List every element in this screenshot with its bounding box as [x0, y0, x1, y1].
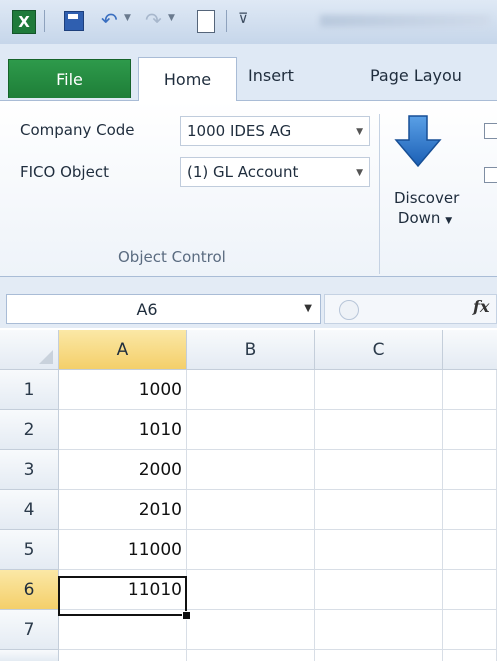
cell-a6[interactable]: 11010 — [59, 570, 187, 610]
cell-a1[interactable]: 1000 — [59, 370, 187, 410]
cell-b7[interactable] — [187, 610, 315, 650]
tab-home[interactable]: Home — [138, 57, 237, 101]
cell-c5[interactable] — [315, 530, 443, 570]
column-header-d[interactable] — [443, 330, 497, 370]
column-header-c[interactable]: C — [315, 330, 443, 370]
cell-d1[interactable] — [443, 370, 497, 410]
cell-b8[interactable] — [187, 650, 315, 661]
cell-a8[interactable] — [59, 650, 187, 661]
tab-insert[interactable]: Insert — [248, 66, 294, 85]
row-header[interactable]: 2 — [0, 410, 59, 450]
discover-label-line1: Discover — [394, 189, 460, 207]
cell-c7[interactable] — [315, 610, 443, 650]
tab-page-layout[interactable]: Page Layou — [370, 66, 462, 85]
excel-icon[interactable]: X — [12, 10, 36, 34]
formula-bar-handle-icon[interactable] — [339, 300, 359, 320]
cell-c2[interactable] — [315, 410, 443, 450]
object-control-group-label: Object Control — [118, 248, 226, 266]
cell-c1[interactable] — [315, 370, 443, 410]
ribbon-checkbox[interactable] — [484, 167, 497, 183]
discover-label-line2: Down — [397, 209, 441, 227]
row-header[interactable]: 4 — [0, 490, 59, 530]
formula-area[interactable]: fx — [324, 294, 497, 324]
qat-separator — [226, 10, 227, 32]
fico-object-combo[interactable]: (1) GL Account ▼ — [180, 157, 370, 187]
cell-d6[interactable] — [443, 570, 497, 610]
cell-c6[interactable] — [315, 570, 443, 610]
cell-c4[interactable] — [315, 490, 443, 530]
cell-d4[interactable] — [443, 490, 497, 530]
row-header[interactable]: 1 — [0, 370, 59, 410]
qat-separator — [44, 10, 45, 32]
redo-icon[interactable]: ↷ — [145, 8, 162, 32]
company-code-label: Company Code — [20, 121, 135, 139]
row-header[interactable]: 6 — [0, 570, 59, 610]
chevron-down-icon[interactable]: ▼ — [356, 168, 363, 178]
row-header — [0, 650, 59, 661]
chevron-down-icon[interactable]: ▼ — [304, 303, 312, 314]
undo-dropdown-icon[interactable]: ▼ — [124, 13, 131, 23]
chevron-down-icon[interactable]: ▼ — [356, 127, 363, 137]
column-header-a[interactable]: A — [59, 330, 187, 370]
fill-handle[interactable] — [182, 611, 191, 620]
row-header[interactable]: 3 — [0, 450, 59, 490]
cell-c3[interactable] — [315, 450, 443, 490]
new-document-icon[interactable] — [197, 10, 215, 33]
window-title-blurred — [320, 15, 490, 27]
company-code-value: 1000 IDES AG — [187, 122, 292, 140]
cell-d7[interactable] — [443, 610, 497, 650]
arrow-down-icon[interactable] — [393, 114, 443, 169]
row-header[interactable]: 7 — [0, 610, 59, 650]
cell-a3[interactable]: 2000 — [59, 450, 187, 490]
company-code-combo[interactable]: 1000 IDES AG ▼ — [180, 116, 370, 146]
cell-c8[interactable] — [315, 650, 443, 661]
redo-dropdown-icon[interactable]: ▼ — [168, 13, 175, 23]
insert-function-icon[interactable]: fx — [473, 297, 489, 316]
chevron-down-icon: ▼ — [445, 216, 453, 226]
cell-b3[interactable] — [187, 450, 315, 490]
select-all-corner[interactable] — [0, 330, 59, 370]
tab-file[interactable]: File — [8, 59, 131, 98]
fico-object-label: FICO Object — [20, 163, 109, 181]
discover-down-button[interactable]: Discover Down ▼ — [394, 188, 460, 231]
group-separator — [379, 114, 380, 274]
ribbon-checkbox[interactable] — [484, 123, 497, 139]
name-box[interactable]: A6 ▼ — [6, 294, 321, 324]
cell-a7[interactable] — [59, 610, 187, 650]
fico-object-value: (1) GL Account — [187, 163, 299, 181]
worksheet-grid: A B C 1 2 3 4 5 6 7 1000 1010 2000 2010 … — [0, 330, 497, 661]
cell-d3[interactable] — [443, 450, 497, 490]
cell-d5[interactable] — [443, 530, 497, 570]
cell-a2[interactable]: 1010 — [59, 410, 187, 450]
cell-a4[interactable]: 2010 — [59, 490, 187, 530]
row-header[interactable]: 5 — [0, 530, 59, 570]
undo-icon[interactable]: ↶ — [101, 8, 118, 32]
save-icon[interactable] — [64, 11, 84, 31]
cell-a5[interactable]: 11000 — [59, 530, 187, 570]
customize-qat-icon[interactable]: ⊽ — [238, 11, 248, 27]
name-box-value: A6 — [136, 300, 158, 319]
cell-b1[interactable] — [187, 370, 315, 410]
cell-b6[interactable] — [187, 570, 315, 610]
cell-b4[interactable] — [187, 490, 315, 530]
title-bar: X ↶ ▼ ↷ ▼ ⊽ — [0, 0, 497, 44]
cell-d2[interactable] — [443, 410, 497, 450]
column-header-b[interactable]: B — [187, 330, 315, 370]
cell-b2[interactable] — [187, 410, 315, 450]
cell-b5[interactable] — [187, 530, 315, 570]
cell-d8[interactable] — [443, 650, 497, 661]
